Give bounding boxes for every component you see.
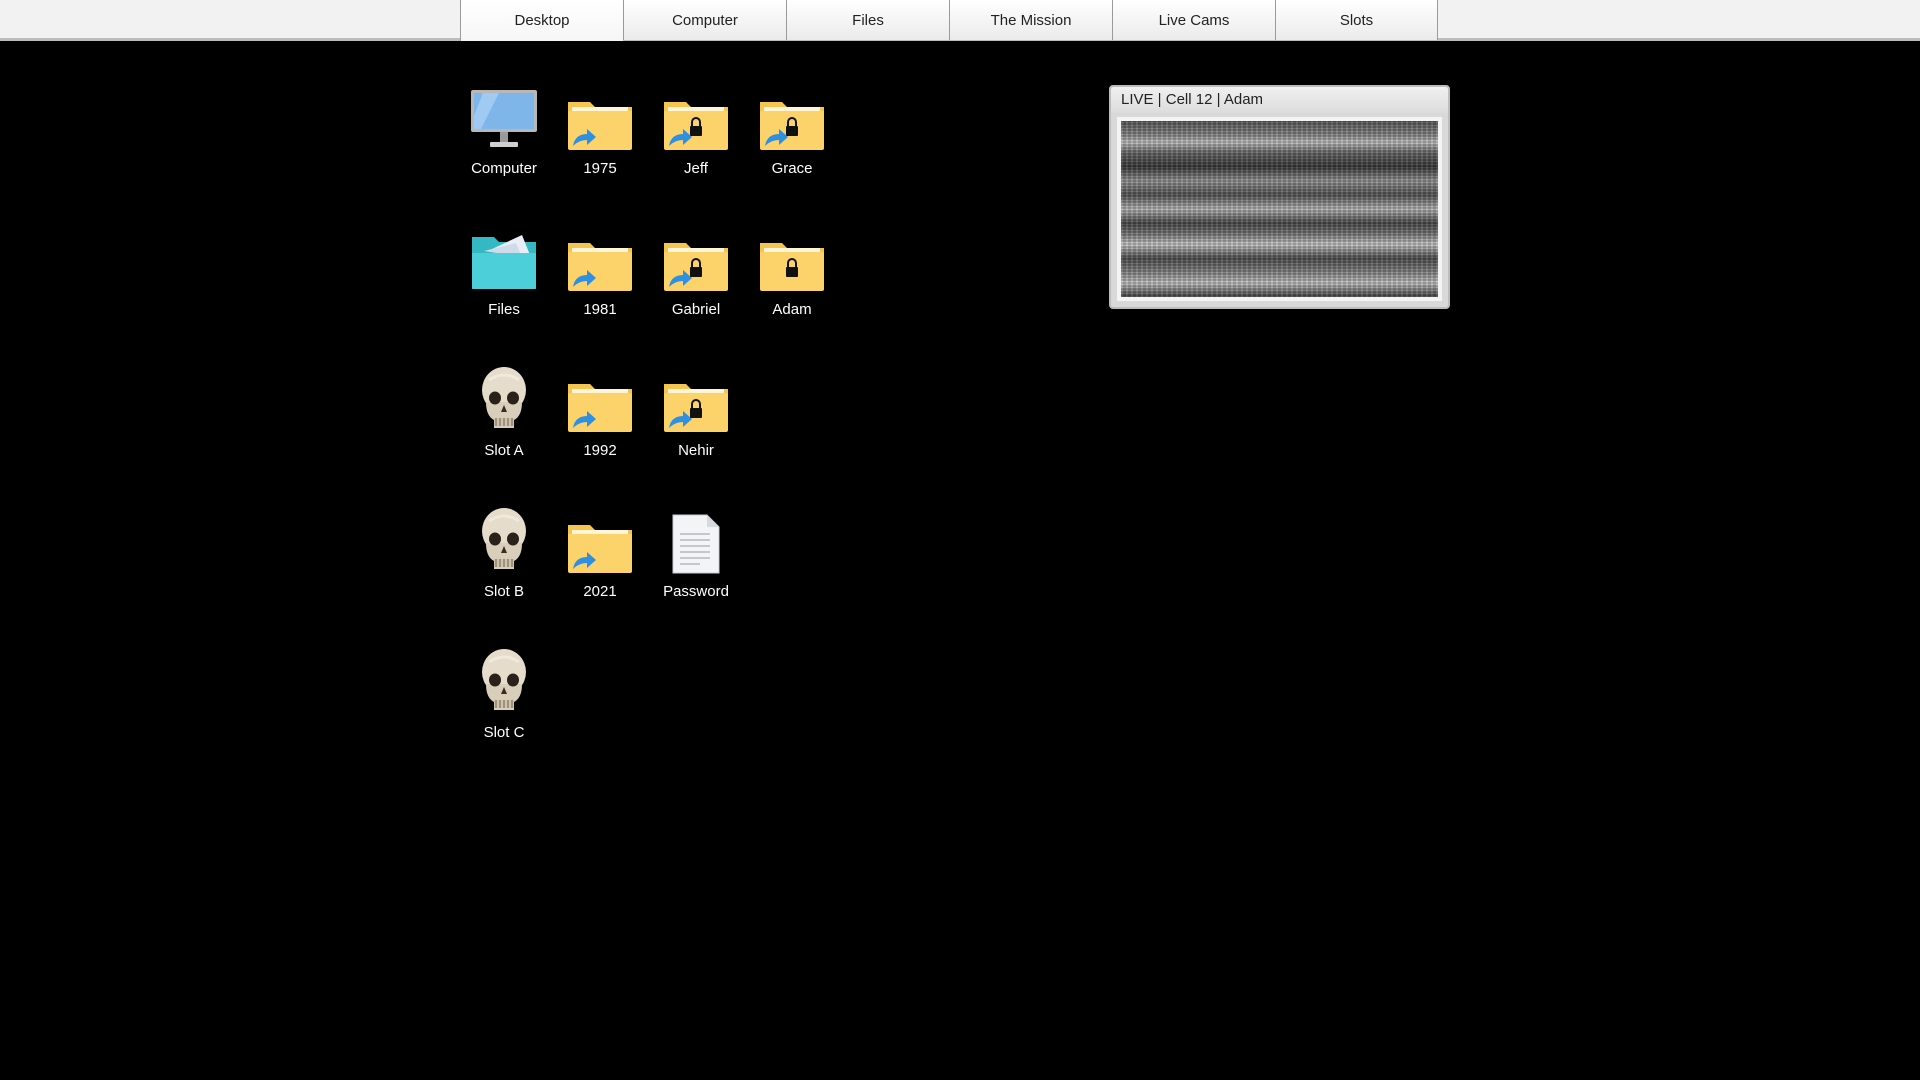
icon-label: Adam: [772, 301, 812, 318]
skull-icon: [469, 505, 539, 575]
folder-shortcut-icon: [565, 364, 635, 434]
icon-label: Gabriel: [671, 301, 721, 318]
folder-shortcut-icon: [565, 223, 635, 293]
desktop-icon-1992[interactable]: 1992: [550, 364, 650, 474]
folder-shortcut-icon: [565, 505, 635, 575]
monitor-icon: [469, 82, 539, 152]
locked-folder-shortcut-icon: [757, 82, 827, 152]
live-cam-frame: [1117, 117, 1442, 301]
desktop-icon-1975[interactable]: 1975: [550, 82, 650, 192]
locked-folder-shortcut-icon: [661, 82, 731, 152]
desktop-icon-grid: Computer 1975 Jeff Grace Files 1981 Gabr…: [454, 82, 854, 782]
teal-folder-icon: [469, 223, 539, 293]
desktop-icon-grace[interactable]: Grace: [742, 82, 842, 192]
tab-computer[interactable]: Computer: [623, 0, 786, 40]
icon-label: Slot A: [484, 442, 524, 459]
icon-label: Computer: [471, 160, 537, 177]
icon-label: Jeff: [684, 160, 708, 177]
desktop-icon-1981[interactable]: 1981: [550, 223, 650, 333]
icon-label: 1981: [583, 301, 617, 318]
locked-folder-icon: [757, 223, 827, 293]
tab-slots[interactable]: Slots: [1275, 0, 1438, 40]
desktop-icon-files[interactable]: Files: [454, 223, 554, 333]
tab-the-mission[interactable]: The Mission: [949, 0, 1112, 40]
desktop-icon-jeff[interactable]: Jeff: [646, 82, 746, 192]
desktop-icon-password[interactable]: Password: [646, 505, 746, 615]
desktop-icon-adam[interactable]: Adam: [742, 223, 842, 333]
locked-folder-shortcut-icon: [661, 364, 731, 434]
desktop-icon-slot-b[interactable]: Slot B: [454, 505, 554, 615]
folder-shortcut-icon: [565, 82, 635, 152]
skull-icon: [469, 646, 539, 716]
icon-label: Password: [663, 583, 729, 600]
desktop-icon-slot-a[interactable]: Slot A: [454, 364, 554, 474]
text-document-icon: [661, 505, 731, 575]
icon-label: Slot B: [483, 583, 525, 600]
icon-label: 2021: [583, 583, 617, 600]
live-cam-title: LIVE | Cell 12 | Adam: [1111, 87, 1448, 113]
icon-label: 1975: [583, 160, 617, 177]
desktop-icon-2021[interactable]: 2021: [550, 505, 650, 615]
live-cam-static-feed: [1121, 121, 1438, 297]
desktop-icon-gabriel[interactable]: Gabriel: [646, 223, 746, 333]
top-navigation-bar: Desktop Computer Files The Mission Live …: [0, 0, 1920, 41]
desktop-icon-nehir[interactable]: Nehir: [646, 364, 746, 474]
icon-label: Grace: [771, 160, 813, 177]
skull-icon: [469, 364, 539, 434]
desktop-icon-slot-c[interactable]: Slot C: [454, 646, 554, 756]
tab-files[interactable]: Files: [786, 0, 949, 40]
desktop-icon-computer[interactable]: Computer: [454, 82, 554, 192]
icon-label: 1992: [583, 442, 617, 459]
locked-folder-shortcut-icon: [661, 223, 731, 293]
icon-label: Nehir: [678, 442, 714, 459]
nav-tabs: Desktop Computer Files The Mission Live …: [460, 0, 1438, 41]
tab-live-cams[interactable]: Live Cams: [1112, 0, 1275, 40]
icon-label: Slot C: [483, 724, 525, 741]
icon-label: Files: [488, 301, 520, 318]
tab-desktop[interactable]: Desktop: [460, 0, 623, 41]
live-cam-window[interactable]: LIVE | Cell 12 | Adam: [1109, 85, 1450, 309]
